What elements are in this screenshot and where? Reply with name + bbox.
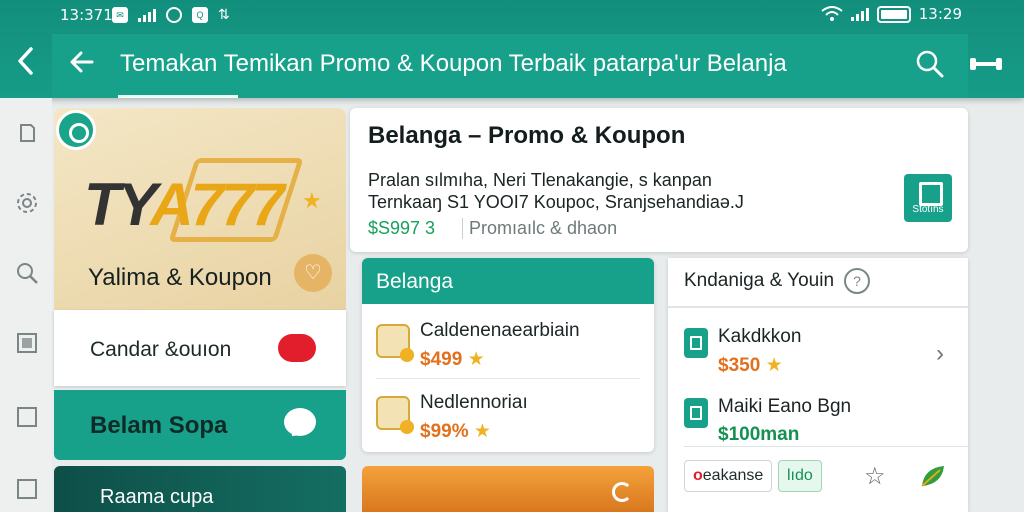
candar-card[interactable]: Candar &ouıon xyxy=(54,310,346,386)
info-icon[interactable]: ? xyxy=(844,268,870,294)
side-header: Kndaniga & Youin xyxy=(684,270,835,291)
brand-logo: TYA777 xyxy=(84,170,285,239)
main-description-line-1: Pralan sılmıha, Neri Tlenakangie, s kanp… xyxy=(368,170,712,190)
status-icons: ✉ Q ⇅ xyxy=(112,6,230,23)
refresh-icon xyxy=(612,482,632,502)
red-pill-toggle[interactable] xyxy=(278,334,316,362)
favorite-button[interactable]: ♡ xyxy=(294,254,332,292)
document-icon xyxy=(684,328,708,358)
rail-item-page[interactable] xyxy=(14,120,40,146)
main-description-line-2: Ternkaaŋ S1 YOOI7 Koupoc, Sranjsehandiaə… xyxy=(368,192,744,212)
main-promo-card[interactable]: Belanga – Promo & Koupon Pralan sılmıha,… xyxy=(350,108,968,252)
signal-icon xyxy=(138,8,156,22)
list-item-title: Nedlennoriaı xyxy=(420,392,528,413)
square-icon xyxy=(17,407,37,427)
battery-icon xyxy=(876,5,911,23)
status-right: 13:29 xyxy=(821,5,962,23)
main-price-description: Promıaılc & dhaon xyxy=(462,218,617,239)
side-divider xyxy=(668,306,968,308)
app-bar: Temakan Temikan Promo & Koupon Terbaik p… xyxy=(52,34,968,98)
page-title: Temakan Temikan Promo & Koupon Terbaik p… xyxy=(120,50,787,77)
raama-card[interactable]: Raama cupa xyxy=(54,466,346,512)
heart-icon: ♡ xyxy=(304,262,322,284)
star-icon: ★ xyxy=(467,349,485,370)
side-item-price: $350 ★ xyxy=(718,355,783,376)
candar-label: Candar &ouıon xyxy=(90,338,232,361)
logo-text-dark: TY xyxy=(84,171,153,238)
page-icon xyxy=(20,124,35,142)
belam-card[interactable]: Belam Sopa xyxy=(54,390,346,460)
tag-chip-green[interactable]: lıdo xyxy=(778,460,822,492)
rail-item-list[interactable] xyxy=(14,330,40,356)
red-dot-icon: o xyxy=(693,467,703,484)
raama-label: Raama cupa xyxy=(100,486,214,508)
list-item[interactable]: Nedlennoriaı $99% ★ xyxy=(362,386,654,452)
status-time: 13:371 xyxy=(60,6,113,24)
list-item-price: $499 ★ xyxy=(420,349,485,370)
search-icon xyxy=(916,50,944,78)
star-icon: ★ xyxy=(473,421,491,442)
store-label: Stotıhs xyxy=(912,204,944,215)
star-icon: ★ xyxy=(765,355,783,376)
dumbbell-icon xyxy=(970,58,1002,70)
coupon-icon xyxy=(376,396,414,434)
hero-title: Yalima & Koupon xyxy=(88,264,272,291)
list-divider xyxy=(376,378,640,379)
chat-bubble-icon xyxy=(284,408,316,436)
star-icon: ★ xyxy=(302,188,322,213)
badge-icon xyxy=(56,110,96,150)
leaf-icon-svg xyxy=(921,466,944,487)
list-item-price: $99% ★ xyxy=(420,421,491,442)
outer-back-button[interactable] xyxy=(16,46,42,80)
list-item[interactable]: Caldenenaearbiain $499 ★ xyxy=(362,314,654,384)
main-title: Belanga – Promo & Koupon xyxy=(368,122,686,149)
hero-card[interactable]: TYA777 ★ Yalima & Koupon ♡ xyxy=(54,108,346,310)
status-bar: 13:371 ✉ Q ⇅ 13:29 xyxy=(0,0,1024,32)
sync-icon: ⇅ xyxy=(218,6,230,22)
title-underline xyxy=(118,95,238,98)
more-button[interactable] xyxy=(968,52,1004,76)
tag-chip[interactable]: oeakanse xyxy=(684,460,773,492)
side-item[interactable]: Kakdkkon $350 ★ › xyxy=(668,314,968,384)
chevron-right-icon[interactable]: › xyxy=(936,340,944,368)
promo-banner-image[interactable] xyxy=(362,466,654,512)
rail-item-settings[interactable] xyxy=(14,190,40,216)
status-time-right: 13:29 xyxy=(918,5,962,23)
clock-icon xyxy=(166,6,182,23)
coupon-icon xyxy=(376,324,414,362)
leaf-icon[interactable] xyxy=(918,462,948,490)
document-icon xyxy=(684,398,708,428)
rail-item-square-1[interactable] xyxy=(14,404,40,430)
side-item[interactable]: Maiki Eano Bgn $100man xyxy=(668,384,968,454)
belam-label: Belam Sopa xyxy=(90,412,228,439)
square-icon xyxy=(17,479,37,499)
rail-item-search[interactable] xyxy=(14,260,40,286)
rail-item-square-2[interactable] xyxy=(14,476,40,502)
arrow-left-icon xyxy=(70,51,94,73)
logo-text-accent: A777 xyxy=(150,171,284,238)
side-item-title: Maiki Eano Bgn xyxy=(718,396,852,417)
side-divider-bottom xyxy=(684,446,968,447)
side-item-title: Kakdkkon xyxy=(718,326,802,347)
belanga-list-card: Belanga Caldenenaearbiain $499 ★ Nedlenn… xyxy=(362,258,654,452)
cell-signal-icon xyxy=(850,7,869,21)
side-card: Kndaniga & Youin ? Kakdkkon $350 ★ › Mai… xyxy=(668,258,968,512)
back-button[interactable] xyxy=(68,48,98,80)
star-outline-icon[interactable]: ☆ xyxy=(864,462,890,490)
search-icon xyxy=(17,263,38,284)
chevron-left-icon xyxy=(18,47,33,75)
main-price: $S997 3 xyxy=(368,218,436,238)
left-rail xyxy=(0,98,52,512)
list-header: Belanga xyxy=(362,258,654,304)
search-button[interactable] xyxy=(914,48,948,82)
gear-icon xyxy=(17,193,37,213)
side-item-price: $100man xyxy=(718,424,800,445)
list-icon xyxy=(17,333,37,353)
app-icon: Q xyxy=(192,6,208,23)
store-button[interactable]: Stotıhs xyxy=(904,174,952,222)
message-icon: ✉ xyxy=(112,6,128,23)
wifi-icon xyxy=(821,6,843,21)
list-item-title: Caldenenaearbiain xyxy=(420,320,580,341)
